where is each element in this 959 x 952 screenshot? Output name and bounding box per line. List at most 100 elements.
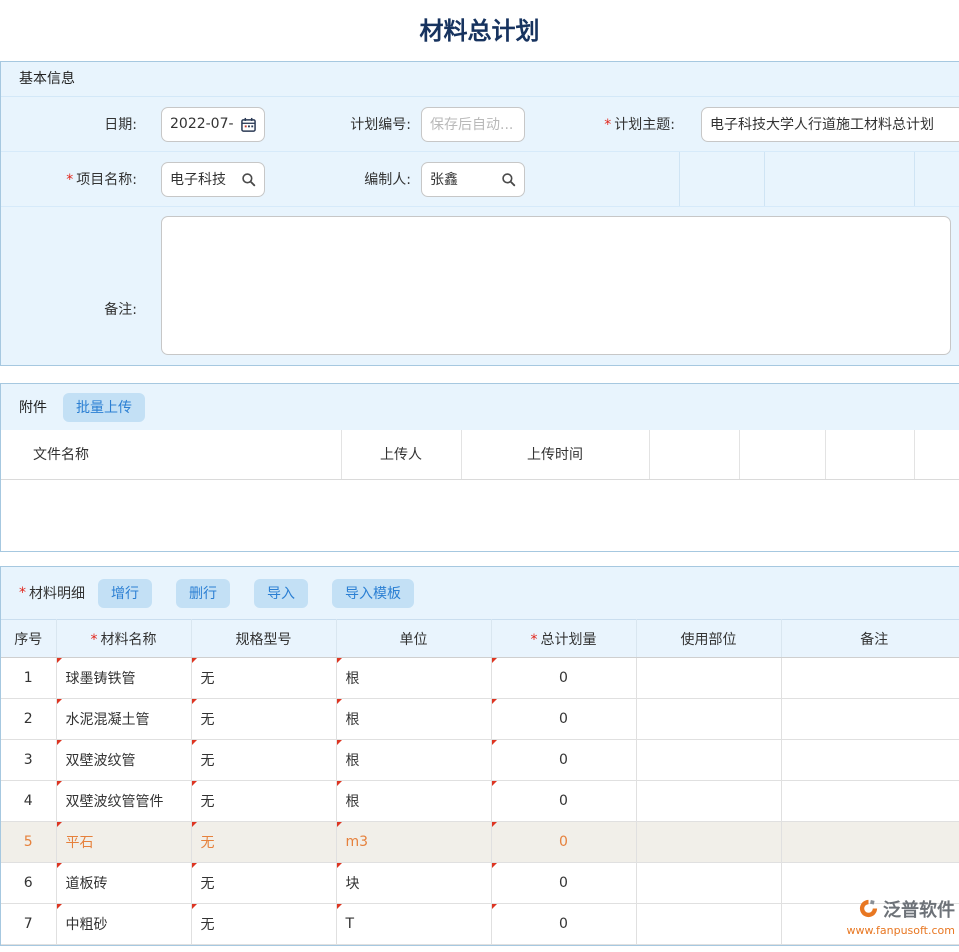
project-name-label: *项目名称: [1, 169, 161, 189]
col-header-location: 使用部位 [636, 620, 781, 658]
col-header-empty [649, 430, 739, 479]
cell-remark[interactable] [781, 781, 959, 822]
project-name-input[interactable]: 电子科技 [161, 162, 265, 197]
material-table-body: 1球墨铸铁管无根02水泥混凝土管无根03双壁波纹管无根04双壁波纹管管件无根05… [1, 658, 959, 945]
watermark-brand: 泛普软件 [883, 900, 955, 923]
cell-no: 7 [1, 904, 56, 945]
cell-location[interactable] [636, 740, 781, 781]
cell-no: 1 [1, 658, 56, 699]
cell-spec[interactable]: 无 [191, 863, 336, 904]
cell-name[interactable]: 中粗砂 [56, 904, 191, 945]
table-row[interactable]: 2水泥混凝土管无根0 [1, 699, 959, 740]
cell-qty[interactable]: 0 [491, 699, 636, 740]
import-button[interactable]: 导入 [254, 579, 308, 608]
cell-name[interactable]: 平石 [56, 822, 191, 863]
cell-qty[interactable]: 0 [491, 822, 636, 863]
table-row[interactable]: 3双壁波纹管无根0 [1, 740, 959, 781]
attachments-panel: 附件 批量上传 文件名称 上传人 上传时间 [0, 383, 959, 552]
calendar-icon[interactable] [241, 117, 256, 132]
required-asterisk: * [19, 585, 26, 601]
col-header-name: *材料名称 [56, 620, 191, 658]
fanpu-logo-icon [858, 898, 879, 924]
compiler-input[interactable]: 张鑫 [421, 162, 525, 197]
cell-qty[interactable]: 0 [491, 740, 636, 781]
cell-name[interactable]: 水泥混凝土管 [56, 699, 191, 740]
cell-unit[interactable]: 根 [336, 699, 491, 740]
cell-no: 5 [1, 822, 56, 863]
plan-subject-label: *计划主题: [535, 114, 701, 134]
add-row-button[interactable]: 增行 [98, 579, 152, 608]
search-icon[interactable] [241, 172, 256, 187]
cell-unit[interactable]: 根 [336, 781, 491, 822]
batch-upload-button[interactable]: 批量上传 [63, 393, 145, 422]
cell-location[interactable] [636, 904, 781, 945]
cell-location[interactable] [636, 658, 781, 699]
col-header-qty: *总计划量 [491, 620, 636, 658]
cell-qty[interactable]: 0 [491, 781, 636, 822]
col-header-spec: 规格型号 [191, 620, 336, 658]
cell-unit[interactable]: T [336, 904, 491, 945]
attachments-empty-row [1, 479, 959, 551]
remarks-label: 备注: [1, 207, 161, 365]
cell-location[interactable] [636, 781, 781, 822]
table-row[interactable]: 5平石无m30 [1, 822, 959, 863]
cell-qty[interactable]: 0 [491, 658, 636, 699]
plan-number-input[interactable]: 保存后自动... [421, 107, 525, 142]
cell-name[interactable]: 球墨铸铁管 [56, 658, 191, 699]
plan-subject-input[interactable]: 电子科技大学人行道施工材料总计划 [701, 107, 959, 142]
basic-info-panel: 基本信息 日期: 2022-07- 计划编号: 保存后自动... *计划主题: … [0, 61, 959, 366]
cell-qty[interactable]: 0 [491, 863, 636, 904]
table-row[interactable]: 4双壁波纹管管件无根0 [1, 781, 959, 822]
cell-remark[interactable] [781, 658, 959, 699]
cell-unit[interactable]: m3 [336, 822, 491, 863]
material-details-label: 材料明细 [29, 583, 85, 603]
cell-spec[interactable]: 无 [191, 699, 336, 740]
cell-no: 4 [1, 781, 56, 822]
cell-unit[interactable]: 块 [336, 863, 491, 904]
col-header-file-name: 文件名称 [1, 430, 341, 479]
cell-unit[interactable]: 根 [336, 740, 491, 781]
cell-no: 6 [1, 863, 56, 904]
basic-info-row-2: *项目名称: 电子科技 编制人: 张鑫 [1, 152, 959, 207]
watermark-url: www.fanpusoft.com [847, 924, 955, 938]
attachments-table: 文件名称 上传人 上传时间 [1, 430, 959, 551]
cell-spec[interactable]: 无 [191, 658, 336, 699]
cell-location[interactable] [636, 822, 781, 863]
cell-spec[interactable]: 无 [191, 781, 336, 822]
date-input[interactable]: 2022-07- [161, 107, 265, 142]
cell-spec[interactable]: 无 [191, 740, 336, 781]
cell-name[interactable]: 双壁波纹管管件 [56, 781, 191, 822]
remarks-textarea[interactable] [161, 216, 951, 355]
empty-grid-cell [914, 152, 959, 206]
search-icon[interactable] [501, 172, 516, 187]
cell-location[interactable] [636, 863, 781, 904]
table-row[interactable]: 7中粗砂无T0 [1, 904, 959, 945]
cell-qty[interactable]: 0 [491, 904, 636, 945]
table-row[interactable]: 6道板砖无块0 [1, 863, 959, 904]
basic-info-section-header: 基本信息 [1, 62, 959, 97]
basic-info-row-remarks: 备注: [1, 207, 959, 365]
cell-name[interactable]: 双壁波纹管 [56, 740, 191, 781]
cell-name[interactable]: 道板砖 [56, 863, 191, 904]
import-template-button[interactable]: 导入模板 [332, 579, 414, 608]
cell-remark[interactable] [781, 822, 959, 863]
col-header-empty [739, 430, 825, 479]
basic-info-row-1: 日期: 2022-07- 计划编号: 保存后自动... *计划主题: 电子科技大… [1, 97, 959, 152]
required-asterisk: * [91, 632, 98, 648]
cell-spec[interactable]: 无 [191, 904, 336, 945]
cell-no: 2 [1, 699, 56, 740]
col-header-no: 序号 [1, 620, 56, 658]
col-header-empty [825, 430, 914, 479]
plan-number-label: 计划编号: [273, 114, 419, 134]
cell-remark[interactable] [781, 740, 959, 781]
cell-unit[interactable]: 根 [336, 658, 491, 699]
required-asterisk: * [66, 172, 73, 188]
table-row[interactable]: 1球墨铸铁管无根0 [1, 658, 959, 699]
delete-row-button[interactable]: 删行 [176, 579, 230, 608]
cell-remark[interactable] [781, 699, 959, 740]
cell-location[interactable] [636, 699, 781, 740]
cell-spec[interactable]: 无 [191, 822, 336, 863]
watermark: 泛普软件 www.fanpusoft.com [847, 898, 955, 938]
col-header-remark: 备注 [781, 620, 959, 658]
compiler-label: 编制人: [273, 169, 419, 189]
